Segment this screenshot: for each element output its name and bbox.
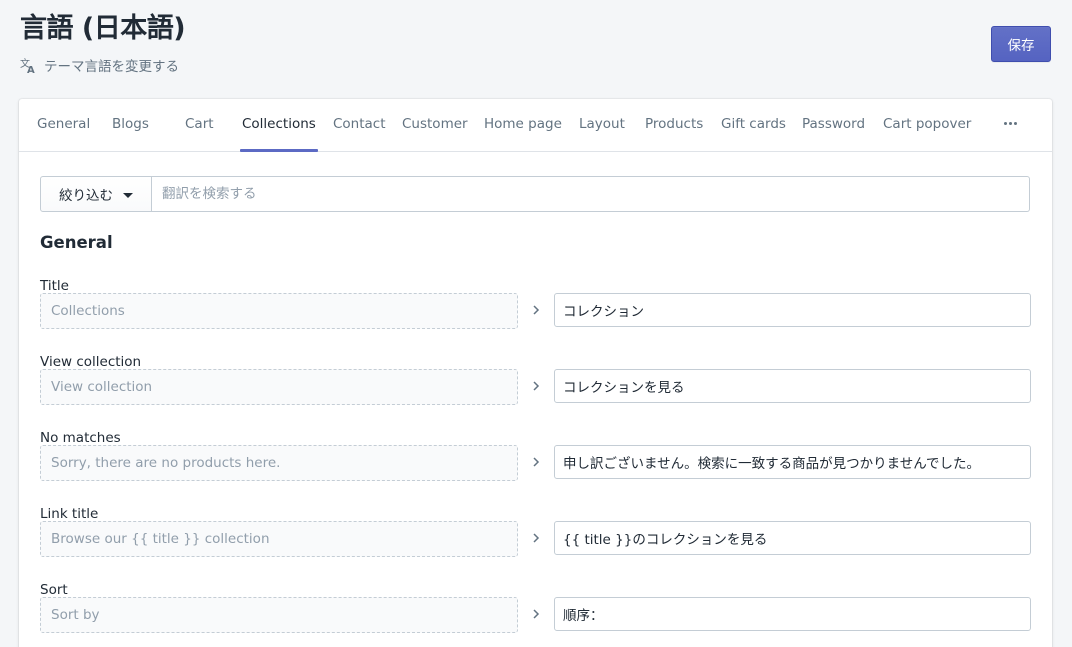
chevron-right-icon: [533, 533, 540, 543]
translation-input[interactable]: [554, 445, 1031, 479]
tab-products[interactable]: Products: [645, 99, 703, 152]
field-label: Title: [40, 278, 69, 294]
section-heading: General: [40, 233, 113, 252]
field-label: Sort: [40, 582, 68, 598]
tab-password[interactable]: Password: [802, 99, 865, 152]
field-sort: Sort Sort by: [40, 582, 1031, 644]
more-tabs-icon[interactable]: [1000, 115, 1020, 131]
change-language-label: テーマ言語を変更する: [44, 59, 179, 75]
translate-icon: 文 A: [20, 56, 38, 74]
filter-button-label: 絞り込む: [59, 188, 113, 204]
field-view-collection: View collection View collection: [40, 354, 1031, 416]
svg-text:A: A: [27, 65, 35, 74]
change-language-link[interactable]: 文 A テーマ言語を変更する: [20, 55, 179, 75]
source-text: Browse our {{ title }} collection: [40, 521, 518, 557]
save-button[interactable]: 保存: [991, 26, 1051, 62]
filter-bar: 絞り込む: [40, 176, 1030, 212]
translation-input[interactable]: [554, 521, 1031, 555]
translation-card: General Blogs Cart Collections Contact C…: [19, 99, 1052, 647]
source-text: View collection: [40, 369, 518, 405]
filter-button[interactable]: 絞り込む: [40, 176, 152, 212]
field-label: View collection: [40, 354, 142, 370]
field-no-matches: No matches Sorry, there are no products …: [40, 430, 1031, 492]
chevron-right-icon: [533, 609, 540, 619]
chevron-right-icon: [533, 305, 540, 315]
tab-bar: General Blogs Cart Collections Contact C…: [19, 99, 1052, 152]
translation-input[interactable]: [554, 293, 1031, 327]
source-text: Sort by: [40, 597, 518, 633]
field-label: No matches: [40, 430, 121, 446]
tab-cart-popover[interactable]: Cart popover: [883, 99, 971, 152]
tab-blogs[interactable]: Blogs: [112, 99, 149, 152]
page-title: 言語 (日本語): [20, 13, 186, 44]
chevron-right-icon: [533, 457, 540, 467]
source-text: Sorry, there are no products here.: [40, 445, 518, 481]
tab-layout[interactable]: Layout: [579, 99, 625, 152]
translation-input[interactable]: [554, 369, 1031, 403]
field-label: Link title: [40, 506, 99, 522]
tab-collections[interactable]: Collections: [240, 99, 318, 152]
field-link-title: Link title Browse our {{ title }} collec…: [40, 506, 1031, 568]
tab-customer[interactable]: Customer: [402, 99, 468, 152]
tab-cart[interactable]: Cart: [185, 99, 214, 152]
tab-home-page[interactable]: Home page: [484, 99, 562, 152]
tab-gift-cards[interactable]: Gift cards: [721, 99, 786, 152]
caret-down-icon: [123, 192, 133, 198]
tab-general[interactable]: General: [37, 99, 90, 152]
source-text: Collections: [40, 293, 518, 329]
search-translations-input[interactable]: [152, 176, 1030, 212]
field-title: Title Collections: [40, 278, 1031, 340]
tab-contact[interactable]: Contact: [333, 99, 386, 152]
chevron-right-icon: [533, 381, 540, 391]
translation-input[interactable]: [554, 597, 1031, 631]
